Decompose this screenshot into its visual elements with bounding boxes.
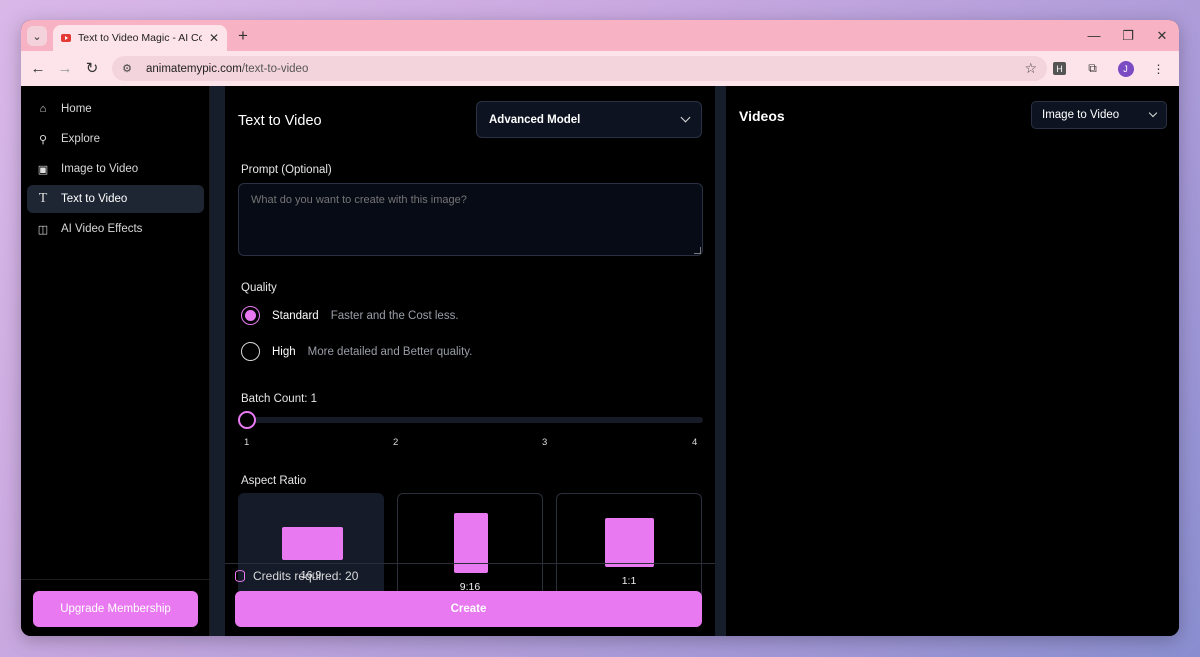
chevron-down-icon: ⌄ [32,30,42,43]
prompt-label: Prompt (Optional) [241,164,332,176]
sidebar: ⌂ Home ⚲ Explore ▣ Image to Video T Text… [21,86,210,636]
tab-strip: ⌄ Text to Video Magic - AI Conten ✕ + — … [21,20,1179,51]
window-controls: — ❐ ✕ [1077,20,1179,51]
home-icon: ⌂ [39,103,47,115]
image-icon: ▣ [37,163,49,176]
url-text: animatemypic.com/text-to-video [146,62,309,75]
toolbar-actions: H ⧉ J ⋮ [1047,56,1171,81]
slider-tick: 1 [244,437,250,448]
quality-option-high[interactable]: High More detailed and Better quality. [241,342,472,361]
videos-title: Videos [739,108,785,124]
model-select[interactable]: Advanced Model [476,101,702,138]
youtube-favicon-icon [61,34,71,42]
text-to-video-form: Text to Video Advanced Model Prompt (Opt… [225,86,715,636]
database-icon [235,570,245,582]
bookmark-star-icon[interactable]: ☆ [1024,60,1037,77]
sidebar-divider [21,579,210,580]
tab-search-button[interactable]: ⌄ [27,26,47,46]
batch-count-label: Batch Count: 1 [241,393,318,405]
sidebar-item-label: AI Video Effects [61,223,143,235]
page-title: Text to Video [238,113,322,129]
batch-count-slider[interactable] [238,417,703,423]
app-content: ⌂ Home ⚲ Explore ▣ Image to Video T Text… [21,86,1179,636]
slider-tick: 4 [692,437,698,448]
slider-tick: 3 [542,437,548,448]
aspect-option-9-16[interactable]: 9:16 [397,493,543,603]
aspect-option-1-1[interactable]: 1:1 [556,493,702,603]
credits-text: Credits required: 20 [253,569,359,583]
site-info-icon[interactable]: ⚙ [120,62,134,76]
search-icon: ⚲ [38,133,48,146]
radio-button[interactable] [241,342,260,361]
panel-gutter [210,86,225,636]
sidebar-item-text-to-video[interactable]: T Text to Video [27,185,204,213]
sidebar-item-image-to-video[interactable]: ▣ Image to Video [27,155,204,183]
sidebar-item-label: Explore [61,133,100,145]
profile-avatar[interactable]: J [1113,56,1138,81]
tab-title: Text to Video Magic - AI Conten [78,32,202,44]
sidebar-item-label: Home [61,103,92,115]
upgrade-membership-button[interactable]: Upgrade Membership [33,591,198,627]
chevron-down-icon [680,112,691,123]
ratio-16-9-icon [282,527,343,560]
sidebar-item-explore[interactable]: ⚲ Explore [27,125,204,153]
back-icon[interactable]: ← [25,55,51,81]
sidebar-item-home[interactable]: ⌂ Home [27,95,204,123]
radio-button[interactable] [241,306,260,325]
layout-icon: ◫ [37,223,49,236]
quality-option-standard[interactable]: Standard Faster and the Cost less. [241,306,459,325]
panel-gutter [715,86,726,636]
videos-panel: Videos Image to Video [726,86,1179,636]
create-button[interactable]: Create [235,591,702,627]
sidebar-item-ai-video-effects[interactable]: ◫ AI Video Effects [27,215,204,243]
credits-info: Credits required: 20 [235,569,358,583]
aspect-ratio-label: Aspect Ratio [241,475,307,487]
minimize-icon[interactable]: — [1077,20,1111,51]
quality-label: Quality [241,282,277,294]
close-tab-icon[interactable]: ✕ [209,31,219,45]
restore-icon[interactable]: ❐ [1111,20,1145,51]
more-menu-icon[interactable]: ⋮ [1146,56,1171,81]
new-tab-button[interactable]: + [233,26,253,46]
videos-filter-select[interactable]: Image to Video [1031,101,1167,129]
browser-toolbar: ← → ↻ ⚙ animatemypic.com/text-to-video ☆… [21,51,1179,86]
sidebar-item-label: Text to Video [61,193,128,205]
browser-window: ⌄ Text to Video Magic - AI Conten ✕ + — … [21,20,1179,636]
credits-divider [225,563,715,564]
forward-icon[interactable]: → [52,55,78,81]
close-window-icon[interactable]: ✕ [1145,20,1179,51]
textarea-resize-handle[interactable] [694,247,701,254]
chevron-down-icon [1148,108,1158,118]
extensions-puzzle-icon[interactable]: ⧉ [1080,56,1105,81]
ratio-9-16-icon [454,513,488,573]
text-icon: T [38,191,48,206]
sidebar-item-label: Image to Video [61,163,139,175]
reload-icon[interactable]: ↻ [79,55,105,81]
browser-tab[interactable]: Text to Video Magic - AI Conten ✕ [53,25,227,51]
address-bar[interactable]: ⚙ animatemypic.com/text-to-video ☆ [112,56,1047,81]
slider-tick: 2 [393,437,399,448]
prompt-input[interactable] [238,183,703,256]
ratio-1-1-icon [605,518,654,567]
slider-thumb[interactable] [238,411,256,429]
extension-h-icon[interactable]: H [1047,56,1072,81]
aspect-option-16-9[interactable]: 16:9 [238,493,384,603]
